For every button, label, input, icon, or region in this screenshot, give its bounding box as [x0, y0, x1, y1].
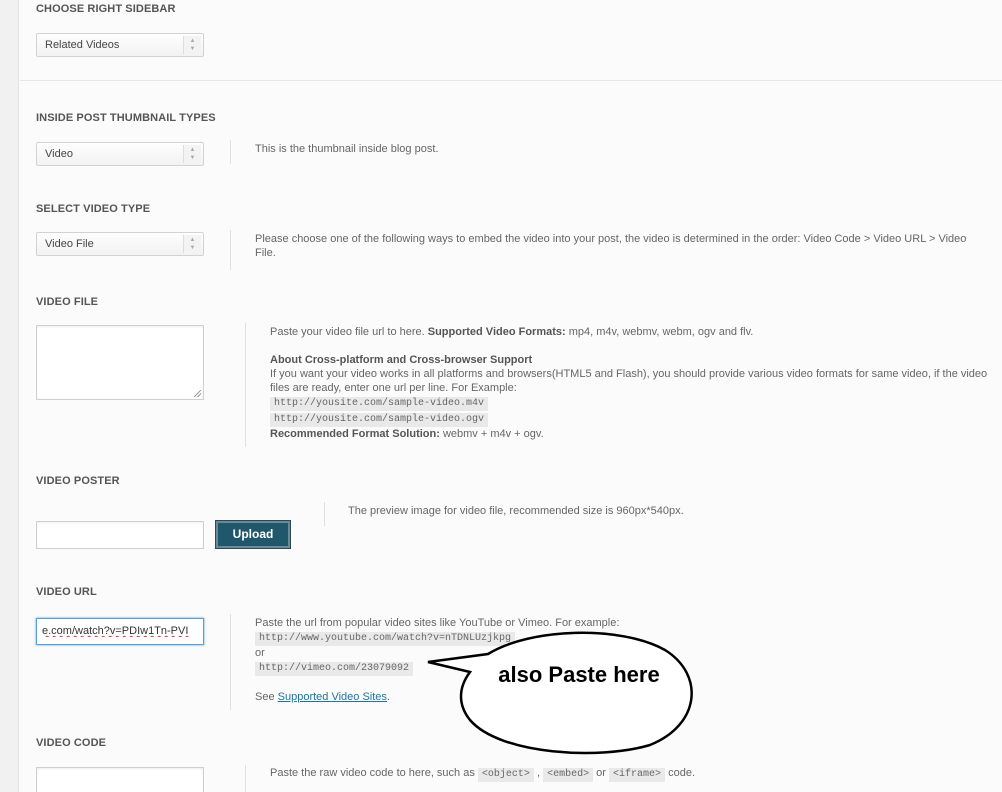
video-code-description: Paste the raw video code to here, such a… — [270, 766, 970, 782]
video-type-select-value: Video File — [45, 238, 94, 250]
select-arrows-icon: ▲ ▼ — [183, 145, 201, 163]
thumbnail-types-select-value: Video — [45, 148, 73, 160]
right-sidebar-select-value: Related Videos — [45, 39, 120, 51]
video-type-heading: SELECT VIDEO TYPE — [36, 203, 151, 215]
video-file-heading: VIDEO FILE — [36, 296, 99, 308]
cross-platform-title: About Cross-platform and Cross-browser S… — [270, 354, 533, 366]
thumbnail-types-select[interactable]: Video ▲ ▼ — [36, 142, 204, 166]
left-admin-strip — [0, 0, 19, 792]
comma-text: , — [533, 767, 544, 779]
recommended-format-label: Recommended Format Solution: — [270, 428, 440, 440]
video-url-input-value: e.com/watch?v=PDIw1Tn-PVI — [42, 625, 189, 637]
cross-platform-text: If you want your video works in all plat… — [270, 368, 988, 394]
video-type-description: Please choose one of the following ways … — [255, 233, 967, 259]
video-file-description: Paste your video file url to here. Suppo… — [270, 325, 990, 441]
embed-tag: <embed> — [543, 768, 594, 782]
recommended-format-value: webmv + m4v + ogv. — [439, 428, 544, 440]
video-url-heading: VIDEO URL — [36, 586, 97, 598]
upload-button[interactable]: Upload — [215, 520, 291, 549]
video-poster-heading: VIDEO POSTER — [36, 475, 120, 487]
youtube-example-url: http://www.youtube.com/watch?v=nTDNLUzjk… — [255, 632, 516, 646]
description-divider — [230, 230, 231, 270]
description-divider — [230, 140, 231, 164]
code-suffix-text: code. — [665, 767, 695, 779]
video-code-heading: VIDEO CODE — [36, 737, 107, 749]
select-arrows-icon: ▲ ▼ — [183, 235, 201, 253]
section-divider — [20, 80, 1002, 81]
video-url-description: Paste the url from popular video sites l… — [255, 616, 855, 704]
video-poster-input[interactable] — [36, 521, 204, 549]
video-settings-panel: CHOOSE RIGHT SIDEBAR Related Videos ▲ ▼ I… — [20, 0, 1002, 792]
resize-handle-icon[interactable] — [194, 390, 201, 397]
example-url-m4v: http://yousite.com/sample-video.m4v — [270, 397, 489, 411]
video-poster-description: The preview image for video file, recomm… — [348, 505, 684, 517]
video-file-formats-line: Paste your video file url to here. Suppo… — [270, 325, 990, 339]
vimeo-example-url: http://vimeo.com/23079092 — [255, 662, 414, 676]
video-code-textarea[interactable] — [36, 767, 204, 792]
video-url-intro: Paste the url from popular video sites l… — [255, 617, 620, 629]
or-text: or — [593, 767, 610, 779]
supported-formats-list: mp4, m4v, webmv, webm, ogv and flv. — [565, 326, 754, 338]
select-arrows-icon: ▲ ▼ — [183, 36, 201, 54]
thumbnail-types-description: This is the thumbnail inside blog post. — [255, 143, 439, 155]
object-tag: <object> — [477, 768, 534, 782]
see-text: See — [255, 691, 278, 703]
video-url-input[interactable]: e.com/watch?v=PDIw1Tn-PVI — [36, 618, 204, 645]
supported-video-sites-link[interactable]: Supported Video Sites — [278, 691, 387, 703]
video-file-textarea[interactable] — [36, 325, 204, 400]
description-divider — [245, 765, 246, 792]
description-divider — [324, 502, 325, 526]
supported-formats-label: Supported Video Formats: — [427, 326, 566, 338]
description-divider — [230, 614, 231, 710]
or-text: or — [255, 647, 265, 659]
right-sidebar-select[interactable]: Related Videos ▲ ▼ — [36, 33, 204, 57]
video-file-intro: Paste your video file url to here. — [270, 326, 428, 338]
example-url-ogv: http://yousite.com/sample-video.ogv — [270, 413, 489, 427]
iframe-tag: <iframe> — [609, 768, 666, 782]
right-sidebar-heading: CHOOSE RIGHT SIDEBAR — [36, 3, 176, 15]
period-text: . — [386, 691, 390, 703]
thumbnail-types-heading: INSIDE POST THUMBNAIL TYPES — [36, 112, 216, 124]
video-code-intro: Paste the raw video code to here, such a… — [270, 767, 478, 779]
description-divider — [245, 323, 246, 447]
video-type-select[interactable]: Video File ▲ ▼ — [36, 232, 204, 256]
